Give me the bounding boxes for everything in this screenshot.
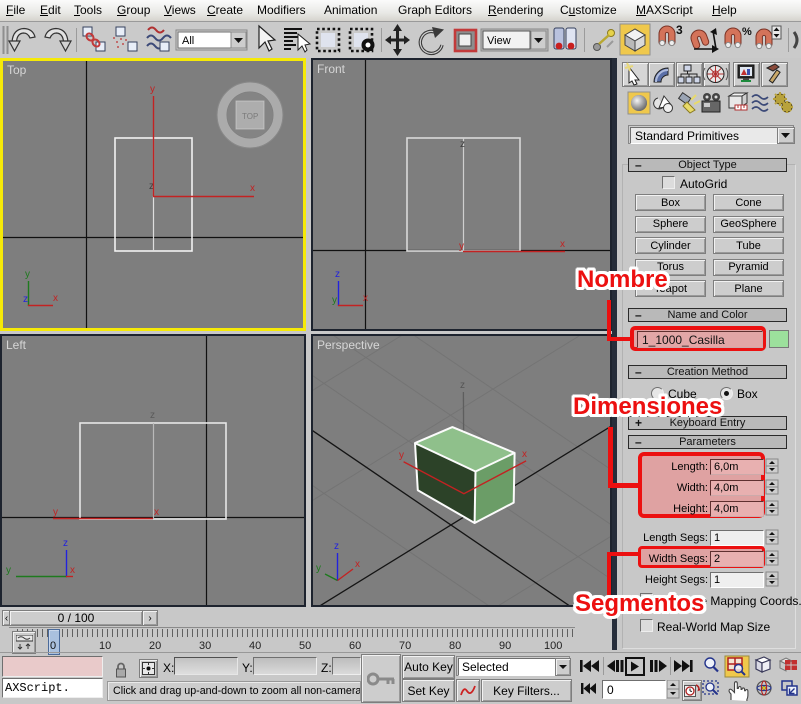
svg-text:z: z — [334, 541, 339, 552]
svg-text:x: x — [522, 449, 527, 460]
svg-text:y: y — [6, 565, 11, 576]
svg-text:z: z — [460, 139, 465, 150]
svg-text:y: y — [399, 450, 404, 461]
svg-text:z: z — [23, 294, 28, 305]
svg-text:z: z — [335, 269, 340, 280]
svg-text:TOP: TOP — [242, 112, 258, 121]
svg-text:%: % — [742, 26, 752, 38]
svg-text:x: x — [560, 239, 565, 250]
svg-text:3: 3 — [676, 23, 683, 37]
svg-text:x: x — [250, 183, 255, 194]
svg-text:y: y — [316, 563, 321, 574]
svg-text:y: y — [332, 295, 337, 306]
svg-text:y: y — [25, 269, 30, 280]
svg-text:z: z — [63, 538, 68, 549]
svg-text:x: x — [363, 293, 368, 304]
svg-text:y: y — [53, 507, 58, 518]
svg-text:x: x — [355, 559, 360, 570]
svg-text:View: View — [487, 35, 511, 47]
svg-text:z: z — [460, 380, 465, 391]
svg-text:y: y — [459, 241, 464, 252]
svg-text:z: z — [150, 410, 155, 421]
svg-text:x: x — [154, 507, 159, 518]
svg-text:x: x — [53, 293, 58, 304]
svg-text:y: y — [150, 84, 155, 95]
svg-text:x: x — [70, 565, 75, 576]
svg-text:All: All — [182, 35, 194, 47]
